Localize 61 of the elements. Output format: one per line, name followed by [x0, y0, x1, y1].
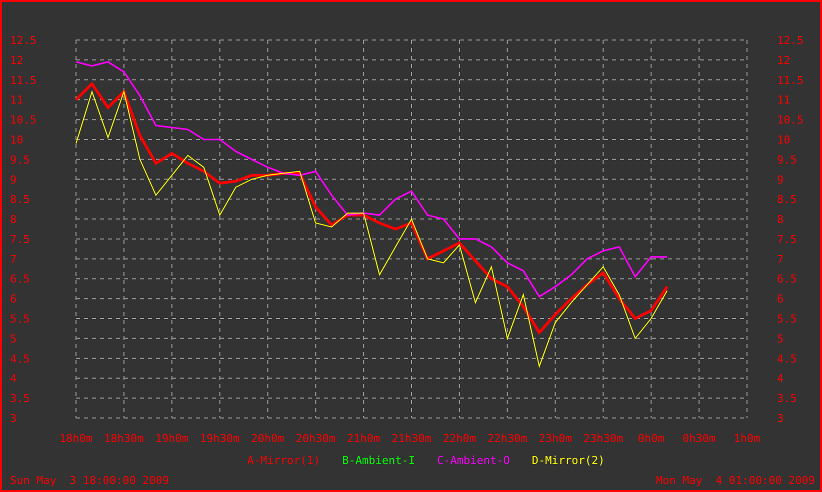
y-tick-label: 12 — [10, 54, 24, 67]
y-tick-label: 8 — [777, 213, 784, 226]
y-tick-label: 7 — [777, 252, 784, 266]
start-time: Sun May 3 18:00:00 2009 — [10, 474, 169, 487]
y-tick-label: 8 — [10, 213, 17, 226]
y-tick-label: 3.5 — [777, 392, 797, 406]
legend-item: B-Ambient-I — [342, 454, 415, 466]
y-tick-label: 5 — [777, 332, 784, 346]
y-tick-label: 8.5 — [10, 193, 30, 206]
x-tick-label: 0h30m — [682, 432, 716, 445]
x-tick-label: 20h0m — [251, 432, 284, 445]
y-tick-label: 9.5 — [10, 153, 30, 166]
y-tick-label: 6 — [10, 292, 17, 306]
x-tick-label: 18h0m — [59, 432, 93, 445]
y-tick-label: 12 — [777, 54, 790, 67]
y-tick-label: 10 — [10, 133, 24, 146]
y-tick-label: 4 — [10, 372, 17, 386]
x-tick-label: 20h30m — [296, 432, 336, 445]
x-tick-label: 1h0m — [734, 432, 760, 445]
y-tick-label: 4 — [777, 372, 784, 386]
y-tick-label: 3.5 — [10, 392, 30, 406]
y-tick-label: 4.5 — [777, 352, 797, 366]
y-tick-label: 5 — [10, 332, 17, 346]
y-tick-label: 6.5 — [10, 272, 30, 286]
y-tick-label: 11.5 — [777, 74, 804, 87]
y-tick-label: 5.5 — [777, 312, 797, 326]
end-time: Mon May 4 01:00:00 2009 — [656, 474, 815, 487]
y-tick-label: 9 — [777, 173, 784, 186]
x-tick-label: 22h0m — [442, 432, 476, 445]
y-tick-label: 7 — [10, 252, 17, 266]
x-tick-label: 0h0m — [638, 432, 664, 445]
y-tick-label: 4.5 — [10, 352, 30, 366]
y-tick-label: 6 — [777, 292, 784, 306]
x-tick-label: 22h30m — [487, 432, 528, 445]
x-tick-label: 23h30m — [583, 432, 624, 445]
y-tick-label: 12.5 — [777, 34, 804, 47]
x-tick-label: 23h0m — [538, 432, 572, 445]
legend-item: C-Ambient-O — [437, 454, 510, 466]
x-tick-label: 21h0m — [347, 432, 380, 445]
y-tick-label: 10.5 — [777, 114, 804, 127]
y-tick-label: 7.5 — [10, 232, 30, 246]
x-tick-label: 18h30m — [104, 432, 144, 445]
y-tick-label: 5.5 — [10, 312, 30, 326]
y-tick-label: 8.5 — [777, 193, 797, 206]
y-tick-label: 9 — [10, 173, 17, 186]
y-tick-label: 3 — [777, 412, 784, 425]
y-tick-label: 12.5 — [10, 34, 36, 47]
y-tick-label: 9.5 — [777, 153, 797, 166]
y-tick-label: 6.5 — [777, 272, 797, 286]
y-tick-label: 7.5 — [777, 232, 797, 246]
x-tick-label: 19h30m — [200, 432, 240, 445]
y-tick-label: 11.5 — [10, 74, 36, 87]
y-tick-label: 10.5 — [10, 114, 36, 127]
x-tick-label: 21h30m — [392, 432, 432, 445]
y-tick-label: 11 — [10, 94, 24, 107]
y-tick-label: 3 — [10, 412, 17, 425]
legend-item: A-Mirror(1) — [247, 454, 320, 466]
legend-item: D-Mirror(2) — [532, 454, 605, 466]
y-tick-label: 10 — [777, 133, 790, 146]
y-tick-label: 11 — [777, 94, 790, 107]
x-tick-label: 19h0m — [155, 432, 188, 445]
